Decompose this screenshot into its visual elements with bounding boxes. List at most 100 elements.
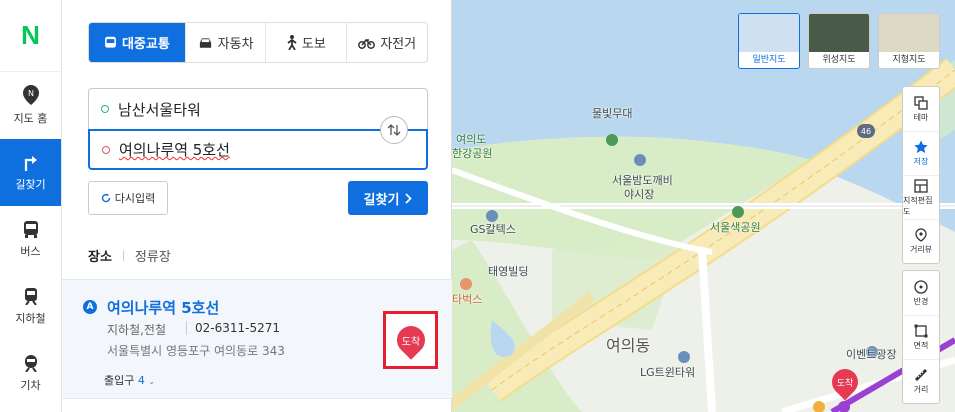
exit-toggle[interactable]: 출입구 4 ⌄ bbox=[104, 372, 155, 388]
chevron-down-icon: ⌄ bbox=[148, 377, 156, 386]
bus-icon bbox=[23, 221, 38, 238]
district-label: 여의동 bbox=[606, 336, 651, 355]
map-type-label: 일반지도 bbox=[752, 55, 786, 65]
exit-label: 출입구 bbox=[104, 374, 135, 387]
location-pin-icon bbox=[915, 228, 927, 242]
map-type-terrain[interactable]: 지형지도 bbox=[878, 13, 940, 69]
map-type-thumb bbox=[809, 14, 869, 52]
reset-label: 다시입력 bbox=[114, 192, 156, 205]
layers-icon bbox=[914, 95, 928, 110]
tool-label: 지적편집도 bbox=[903, 195, 933, 216]
map-label[interactable]: 야시장 bbox=[624, 186, 654, 202]
tool-label: 테마 bbox=[913, 112, 929, 122]
map-label[interactable]: 타벅스 bbox=[452, 291, 482, 307]
pin-label: 도착 bbox=[836, 378, 854, 389]
map-tools-group-2: 반경 면적 거리 bbox=[902, 270, 940, 404]
tab-label: 자동차 bbox=[217, 37, 254, 52]
map-pin-icon: N bbox=[22, 85, 39, 105]
exit-count: 4 bbox=[137, 374, 145, 387]
find-route-label: 길찾기 bbox=[363, 192, 400, 208]
map-label[interactable]: 서울색공원 bbox=[710, 219, 761, 235]
destination-input[interactable]: 여의나루역 5호선 bbox=[88, 129, 428, 170]
walk-icon bbox=[287, 35, 297, 50]
map-canvas[interactable]: 46 물빛무대 여의도 한강공원 서울밤도깨비 야시장 GS칼텍스 서울색공원 … bbox=[452, 0, 955, 412]
tool-theme[interactable]: 테마 bbox=[903, 87, 939, 131]
result-title[interactable]: 여의나루역 5호선 bbox=[107, 297, 219, 318]
tab-divider bbox=[122, 250, 124, 261]
nav-label: 길찾기 bbox=[15, 178, 46, 191]
map-type-normal[interactable]: 일반지도 bbox=[738, 13, 800, 69]
tab-bicycle[interactable]: 자전거 bbox=[346, 23, 427, 62]
tool-label: 저장 bbox=[913, 157, 929, 166]
tool-radius[interactable]: 반경 bbox=[903, 271, 939, 315]
map-label[interactable]: GS칼텍스 bbox=[470, 221, 516, 237]
pin-label: 도착 bbox=[401, 336, 420, 348]
result-phone: 02-6311-5271 bbox=[186, 321, 280, 335]
map-label[interactable]: 물빛무대 bbox=[592, 105, 632, 121]
tool-distance[interactable]: 거리 bbox=[903, 359, 939, 403]
destination-map-pin[interactable]: 도착 bbox=[826, 363, 864, 401]
result-tabs: 장소 정류장 bbox=[88, 246, 171, 265]
nav-bus[interactable]: 버스 bbox=[0, 206, 61, 273]
swap-arrows-icon bbox=[387, 124, 401, 136]
ruler-icon bbox=[914, 368, 928, 382]
destination-pin-icon: 도착 bbox=[390, 320, 431, 360]
refresh-icon bbox=[101, 193, 110, 203]
origin-input[interactable]: 남산서울타워 bbox=[88, 88, 428, 129]
tab-label: 자전거 bbox=[380, 37, 417, 52]
tool-label: 거리뷰 bbox=[909, 245, 933, 254]
train-icon bbox=[24, 355, 37, 372]
nav-label: 지하철 bbox=[15, 312, 46, 325]
origin-value: 남산서울타워 bbox=[118, 100, 201, 119]
swap-direction-button[interactable] bbox=[380, 116, 408, 144]
destination-dot-icon bbox=[102, 145, 110, 154]
result-item[interactable]: A 여의나루역 5호선 지하철,전철 02-6311-5271 서울특별시 영등… bbox=[62, 279, 452, 399]
tool-area[interactable]: 면적 bbox=[903, 315, 939, 359]
map-label[interactable]: 이벤트광장 bbox=[846, 346, 897, 362]
tab-public-transit[interactable]: 대중교통 bbox=[89, 23, 185, 62]
tab-label: 대중교통 bbox=[121, 37, 170, 52]
map-type-thumb bbox=[739, 14, 799, 52]
radius-icon bbox=[914, 279, 928, 294]
svg-text:N: N bbox=[28, 89, 34, 98]
road-number-label: 46 bbox=[861, 127, 871, 136]
tab-car[interactable]: 자동차 bbox=[184, 23, 266, 62]
car-icon bbox=[199, 37, 211, 48]
naver-logo[interactable]: N bbox=[0, 0, 61, 72]
result-address: 서울특별시 영등포구 여의동로 343 bbox=[107, 344, 285, 358]
tab-places[interactable]: 장소 bbox=[88, 246, 112, 265]
map-label[interactable]: 태영빌딩 bbox=[488, 263, 528, 279]
tool-cadastral[interactable]: 지적편집도 bbox=[903, 175, 939, 219]
bus-icon bbox=[104, 36, 116, 48]
map-label[interactable]: LG트윈타워 bbox=[640, 364, 695, 380]
map-type-thumb bbox=[879, 14, 939, 52]
reset-button[interactable]: 다시입력 bbox=[88, 181, 168, 215]
nav-subway[interactable]: 지하철 bbox=[0, 273, 61, 340]
tool-label: 거리 bbox=[913, 385, 929, 394]
tab-stops[interactable]: 정류장 bbox=[135, 246, 171, 265]
map-type-satellite[interactable]: 위성지도 bbox=[808, 13, 870, 69]
nav-map-home[interactable]: N 지도 홈 bbox=[0, 72, 61, 139]
directions-panel: 대중교통 자동차 도보 자전거 남산서울타워 여의나루역 5호선 다시입력 길찾… bbox=[62, 0, 452, 412]
destination-value: 여의나루역 5호선 bbox=[119, 141, 230, 159]
map-tools-group-1: 테마 저장 지적편집도 거리뷰 bbox=[902, 86, 940, 264]
origin-dot-icon bbox=[101, 105, 109, 113]
tab-label: 도보 bbox=[301, 37, 326, 52]
map-type-label: 위성지도 bbox=[822, 55, 856, 65]
tool-streetview[interactable]: 거리뷰 bbox=[903, 219, 939, 263]
map-type-label: 지형지도 bbox=[892, 55, 926, 65]
find-route-button[interactable]: 길찾기 bbox=[348, 181, 428, 215]
subway-icon bbox=[24, 288, 37, 305]
map-label[interactable]: 한강공원 bbox=[452, 145, 492, 161]
chevron-right-icon bbox=[405, 192, 413, 204]
tool-save[interactable]: 저장 bbox=[903, 131, 939, 175]
turn-arrow-icon bbox=[24, 156, 37, 171]
star-icon bbox=[914, 140, 928, 153]
nav-label: 지도 홈 bbox=[13, 112, 48, 125]
nav-directions[interactable]: 길찾기 bbox=[0, 139, 61, 206]
set-destination-pin-button[interactable]: 도착 bbox=[383, 311, 438, 369]
result-category: 지하철,전철 bbox=[107, 323, 167, 337]
tab-walk[interactable]: 도보 bbox=[265, 23, 346, 62]
nav-train[interactable]: 기차 bbox=[0, 340, 61, 407]
transport-mode-tabs: 대중교통 자동차 도보 자전거 bbox=[88, 22, 428, 63]
